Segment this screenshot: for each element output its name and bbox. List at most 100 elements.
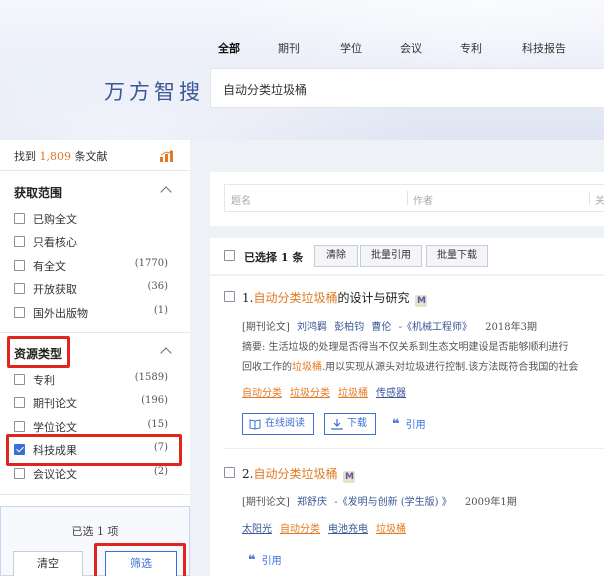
filter-count: (1770)	[134, 258, 168, 269]
keyword-link[interactable]: 垃圾桶	[338, 388, 368, 399]
result-meta: [期刊论文] 刘鸿羁 彭柏钧 曹伦 -《机械工程师》 2018年3期	[242, 318, 537, 333]
filter-count: (36)	[147, 281, 168, 292]
keyword-link[interactable]: 传感器	[376, 388, 406, 399]
filter-count: (1589)	[134, 372, 168, 383]
chevron-up-icon[interactable]	[160, 186, 172, 198]
keyword-link[interactable]: 垃圾分类	[290, 388, 330, 399]
quote-icon: ❝	[248, 553, 256, 568]
batch-download-button[interactable]: 批量下载	[426, 245, 488, 267]
filter-item-open-access[interactable]: 开放获取 (36)	[14, 280, 174, 298]
selected-count: 已选择 1 条	[244, 251, 304, 264]
checkbox[interactable]	[14, 213, 25, 224]
button-label: 在线阅读	[265, 418, 305, 429]
site-logo[interactable]: 万方智搜	[104, 76, 204, 106]
title-highlight: 自动分类垃圾桶	[253, 291, 338, 305]
annotation-highlight-box	[94, 543, 186, 576]
author-field[interactable]: 作者	[413, 192, 433, 207]
keyword-link[interactable]: 垃圾桶	[376, 524, 406, 535]
cite-link[interactable]: ❝ 引用	[248, 552, 282, 568]
chevron-up-icon[interactable]	[160, 347, 172, 359]
m-badge-icon: M	[343, 471, 356, 483]
keyword-link[interactable]: 自动分类	[280, 524, 320, 535]
divider	[0, 332, 190, 333]
search-input[interactable]	[223, 78, 593, 100]
abstract-line: 回收工作的垃圾桶.用以实现从源头对垃圾进行控制.该方法既符合我国的社会	[242, 358, 604, 378]
journal-link[interactable]: -《机械工程师》	[399, 322, 472, 333]
checkbox[interactable]	[224, 467, 235, 478]
divider	[0, 170, 190, 171]
cite-link[interactable]: ❝ 引用	[392, 416, 426, 432]
keyword-link[interactable]: 电池充电	[328, 524, 368, 535]
filter-item-purchased[interactable]: 已购全文	[14, 210, 174, 228]
filter-item-patent[interactable]: 专利 (1589)	[14, 371, 174, 389]
abstract-text: .用以实现从源头对垃圾进行控制.该方法既符合我国的社会	[322, 362, 579, 373]
keyword-link[interactable]: 太阳光	[242, 524, 272, 535]
checkbox[interactable]	[14, 421, 25, 432]
result-toolbar: 已选择 1 条 清除 批量引用 批量下载	[210, 238, 604, 274]
keyword-link[interactable]: 自动分类	[242, 388, 282, 399]
cite-label: 引用	[405, 420, 426, 431]
checkbox[interactable]	[14, 307, 25, 318]
checkbox[interactable]	[14, 468, 25, 479]
download-icon	[331, 419, 343, 430]
nav-tab-degree[interactable]: 学位	[340, 40, 362, 56]
result-meta: [期刊论文] 郑舒庆 -《发明与创新 (学生版) 》 2009年1期	[242, 493, 517, 508]
abstract-text: 回收工作的	[242, 362, 292, 373]
author-link[interactable]: 郑舒庆	[297, 497, 327, 508]
title-highlight: 自动分类垃圾桶	[253, 467, 338, 481]
author-link[interactable]: 彭柏钧	[334, 322, 364, 333]
publish-date: 2009年1期	[464, 497, 517, 508]
doc-type: [期刊论文]	[242, 497, 290, 508]
result-count-suffix: 条文献	[74, 150, 108, 163]
search-box[interactable]	[210, 68, 604, 108]
select-all-checkbox[interactable]	[224, 250, 235, 261]
download-button[interactable]: 下载	[324, 413, 376, 435]
checkbox[interactable]	[14, 283, 25, 294]
checkbox[interactable]	[14, 397, 25, 408]
filter-label: 期刊论文	[33, 397, 77, 410]
clear-button[interactable]: 清空	[13, 551, 83, 576]
journal-link[interactable]: -《发明与创新 (学生版) 》	[334, 497, 452, 508]
abstract-line: 摘要: 生活垃圾的处理是否得当不仅关系到生态文明建设是否能够顺利进行	[242, 342, 569, 353]
title-field[interactable]: 题名	[231, 192, 251, 207]
advanced-search-bar: 题名 作者 关	[210, 172, 604, 226]
filter-item-journal[interactable]: 期刊论文 (196)	[14, 394, 174, 412]
filter-label: 有全文	[33, 260, 66, 273]
keyword-field[interactable]: 关	[595, 192, 604, 207]
selection-panel: 已选 1 项 清空 筛选	[0, 506, 190, 576]
result-number: 1.	[242, 291, 254, 305]
nav-tab-tech-report[interactable]: 科技报告	[522, 40, 566, 56]
divider	[407, 191, 408, 205]
filter-item-foreign[interactable]: 国外出版物 (1)	[14, 304, 174, 322]
scope-section-title: 获取范围	[14, 186, 63, 200]
nav-tab-patent[interactable]: 专利	[460, 40, 482, 56]
checkbox[interactable]	[14, 236, 25, 247]
result-list: 1.自动分类垃圾桶的设计与研究 M [期刊论文] 刘鸿羁 彭柏钧 曹伦 -《机械工…	[210, 276, 604, 576]
nav-tab-all[interactable]: 全部	[218, 40, 240, 56]
clear-selection-button[interactable]: 清除	[314, 245, 358, 267]
author-link[interactable]: 刘鸿羁	[297, 322, 327, 333]
checkbox[interactable]	[224, 291, 235, 302]
result-title[interactable]: 2.自动分类垃圾桶 M	[242, 465, 356, 483]
result-count-number: 1,809	[39, 150, 72, 163]
m-badge-icon: M	[415, 295, 428, 307]
nav-tab-journal[interactable]: 期刊	[278, 40, 300, 56]
quote-icon: ❝	[392, 417, 400, 432]
annotation-highlight-box	[6, 434, 182, 466]
nav-tab-conference[interactable]: 会议	[400, 40, 422, 56]
author-link[interactable]: 曹伦	[371, 322, 391, 333]
read-online-button[interactable]: 在线阅读	[242, 413, 314, 435]
filter-item-core-only[interactable]: 只看核心	[14, 233, 174, 251]
checkbox[interactable]	[14, 374, 25, 385]
filter-count: (15)	[147, 419, 168, 430]
keyword-list: 太阳光 自动分类 电池充电 垃圾桶	[242, 520, 414, 535]
filter-item-has-fulltext[interactable]: 有全文 (1770)	[14, 257, 174, 275]
filter-label: 只看核心	[33, 236, 77, 249]
batch-cite-button[interactable]: 批量引用	[360, 245, 422, 267]
checkbox[interactable]	[14, 260, 25, 271]
filter-item-conference[interactable]: 会议论文 (2)	[14, 465, 174, 483]
header: 全部 期刊 学位 会议 专利 科技报告 万方智搜	[0, 0, 604, 140]
result-title[interactable]: 1.自动分类垃圾桶的设计与研究 M	[242, 289, 428, 307]
bar-chart-icon[interactable]	[160, 150, 173, 162]
result-count: 找到 1,809 条文献	[14, 148, 108, 164]
